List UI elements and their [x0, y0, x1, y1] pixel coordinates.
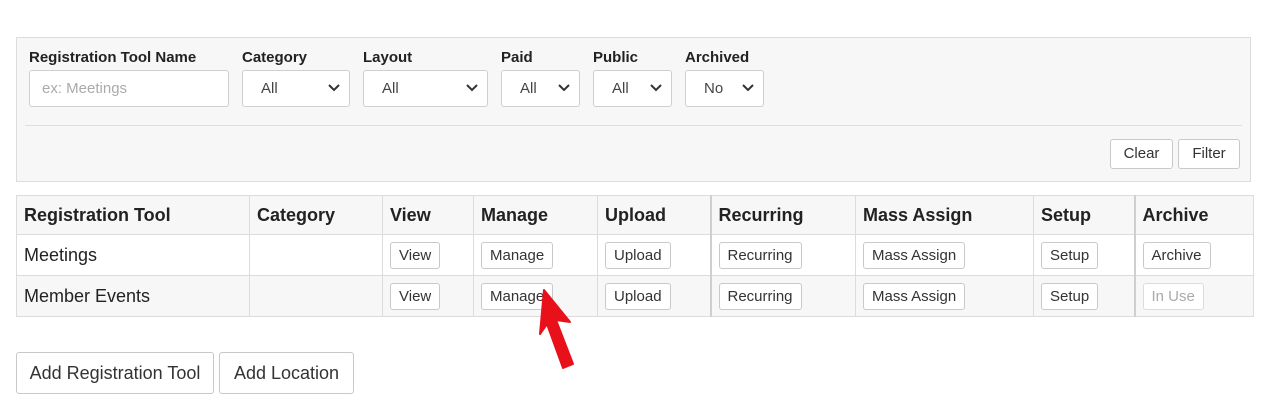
paid-select[interactable]: All [501, 70, 580, 107]
upload-cell: Upload [597, 275, 711, 317]
chevron-down-icon [466, 84, 478, 92]
view-cell: View [382, 234, 474, 276]
filter-name-group: Registration Tool Name [29, 48, 229, 107]
filter-archived-group: Archived No [685, 48, 764, 107]
chevron-down-icon [742, 84, 754, 92]
view-button[interactable]: View [390, 282, 441, 310]
in-use-button: In Use [1142, 282, 1204, 310]
filter-name-label: Registration Tool Name [29, 49, 197, 66]
mass-assign-cell: Mass Assign [855, 234, 1034, 276]
upload-button[interactable]: Upload [605, 241, 671, 269]
col-header-recurring: Recurring [709, 195, 856, 235]
filter-button[interactable]: Filter [1178, 139, 1240, 169]
upload-cell: Upload [597, 234, 711, 276]
recurring-cell: Recurring [709, 275, 856, 317]
setup-cell: Setup [1033, 275, 1135, 317]
filter-divider [25, 125, 1242, 126]
archive-cell: In Use [1133, 275, 1254, 317]
recurring-button[interactable]: Recurring [718, 241, 802, 269]
table-row: Meetings View Manage Upload Recurring Ma… [16, 234, 1254, 276]
category-cell [249, 234, 383, 276]
filter-category-group: Category All [242, 48, 350, 107]
setup-cell: Setup [1033, 234, 1135, 276]
public-select-value: All [612, 80, 629, 97]
view-cell: View [382, 275, 474, 317]
archive-cell: Archive [1133, 234, 1254, 276]
paid-select-value: All [520, 80, 537, 97]
mass-assign-button[interactable]: Mass Assign [863, 282, 966, 310]
filter-layout-label: Layout [363, 49, 413, 66]
chevron-down-icon [328, 84, 340, 92]
col-header-archive: Archive [1133, 195, 1254, 235]
filter-paid-label: Paid [501, 49, 533, 66]
manage-button[interactable]: Manage [481, 241, 554, 269]
recurring-cell: Recurring [709, 234, 856, 276]
col-header-upload: Upload [597, 195, 711, 235]
filter-paid-group: Paid All [501, 48, 580, 107]
col-header-setup: Setup [1033, 195, 1135, 235]
filter-panel: Registration Tool Name Category All Layo… [16, 37, 1251, 182]
category-cell [249, 275, 383, 317]
col-header-manage: Manage [473, 195, 598, 235]
table-header-row: Registration Tool Category View Manage U… [16, 195, 1254, 235]
mass-assign-button[interactable]: Mass Assign [863, 241, 966, 269]
setup-button[interactable]: Setup [1041, 241, 1099, 269]
filter-public-group: Public All [593, 48, 672, 107]
add-registration-tool-button[interactable]: Add Registration Tool [16, 352, 214, 394]
recurring-button[interactable]: Recurring [718, 282, 802, 310]
view-button[interactable]: View [390, 241, 441, 269]
registration-tools-table: Registration Tool Category View Manage U… [16, 195, 1254, 317]
clear-button[interactable]: Clear [1110, 139, 1173, 169]
layout-select-value: All [382, 80, 399, 97]
col-header-mass-assign: Mass Assign [855, 195, 1034, 235]
layout-select[interactable]: All [363, 70, 488, 107]
chevron-down-icon [650, 84, 662, 92]
registration-tool-name-input[interactable] [29, 70, 229, 107]
category-select[interactable]: All [242, 70, 350, 107]
table-row: Member Events View Manage Upload Recurri… [16, 275, 1254, 317]
archive-button[interactable]: Archive [1142, 241, 1211, 269]
col-header-view: View [382, 195, 474, 235]
add-location-button[interactable]: Add Location [219, 352, 354, 394]
tool-name-cell: Member Events [16, 275, 250, 317]
archived-select[interactable]: No [685, 70, 764, 107]
public-select[interactable]: All [593, 70, 672, 107]
red-arrow-pointer-icon [539, 289, 574, 369]
col-header-tool: Registration Tool [16, 195, 250, 235]
filter-category-label: Category [242, 49, 308, 66]
col-header-category: Category [249, 195, 383, 235]
chevron-down-icon [558, 84, 570, 92]
filter-public-label: Public [593, 49, 639, 66]
upload-button[interactable]: Upload [605, 282, 671, 310]
category-select-value: All [261, 80, 278, 97]
archived-select-value: No [704, 80, 724, 97]
filter-archived-label: Archived [685, 49, 750, 66]
tool-name-cell: Meetings [16, 234, 250, 276]
setup-button[interactable]: Setup [1041, 282, 1099, 310]
filter-layout-group: Layout All [363, 48, 488, 107]
manage-cell: Manage [473, 234, 598, 276]
mass-assign-cell: Mass Assign [855, 275, 1034, 317]
